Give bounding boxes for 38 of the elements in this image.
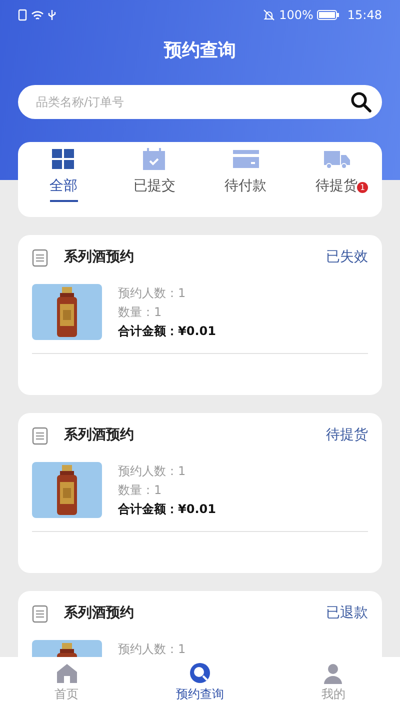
document-icon bbox=[32, 248, 48, 266]
card-icon bbox=[232, 148, 258, 170]
battery-icon bbox=[317, 10, 340, 20]
order-status: 已退款 bbox=[326, 604, 368, 623]
search-field[interactable]: 品类名称/订单号 bbox=[18, 85, 382, 119]
usb-icon bbox=[48, 9, 56, 21]
reservation-count: 预约人数：1 bbox=[118, 641, 186, 657]
battery-percent: 100% bbox=[279, 7, 314, 24]
order-title: 系列酒预约 bbox=[64, 604, 134, 623]
document-icon bbox=[32, 604, 48, 622]
order-title: 系列酒预约 bbox=[64, 248, 134, 267]
calendar-check-icon bbox=[142, 148, 168, 170]
clock: 15:48 bbox=[347, 7, 382, 24]
quantity: 数量：1 bbox=[118, 304, 163, 321]
category-tab[interactable]: 已提交 bbox=[109, 142, 200, 217]
document-icon bbox=[32, 426, 48, 444]
grid-icon bbox=[50, 148, 76, 170]
order-status: 待提货 bbox=[326, 426, 368, 445]
home-icon bbox=[54, 661, 79, 685]
category-tab[interactable]: 待提货 1 bbox=[291, 142, 382, 217]
total-amount: 合计金额：¥0.01 bbox=[118, 323, 216, 340]
mute-icon bbox=[263, 9, 276, 21]
nav-tab[interactable]: 预约查询 bbox=[133, 657, 267, 711]
category-tab[interactable]: 待付款 bbox=[200, 142, 291, 217]
quantity: 数量：1 bbox=[118, 482, 163, 499]
order-status: 已失效 bbox=[326, 248, 368, 267]
count-badge: 1 bbox=[357, 182, 368, 193]
sim-icon bbox=[18, 9, 27, 21]
total-amount: 合计金额：¥0.01 bbox=[118, 501, 216, 518]
page-title: 预约查询 bbox=[162, 39, 237, 63]
search-icon[interactable] bbox=[350, 91, 372, 113]
order-title: 系列酒预约 bbox=[64, 426, 134, 445]
wifi-icon bbox=[31, 10, 44, 20]
category-tab[interactable]: 全部 bbox=[18, 142, 109, 217]
search-icon bbox=[188, 661, 212, 685]
truck-icon bbox=[324, 148, 350, 170]
reservation-count: 预约人数：1 bbox=[118, 285, 187, 302]
reservation-count: 预约人数：1 bbox=[118, 463, 187, 480]
